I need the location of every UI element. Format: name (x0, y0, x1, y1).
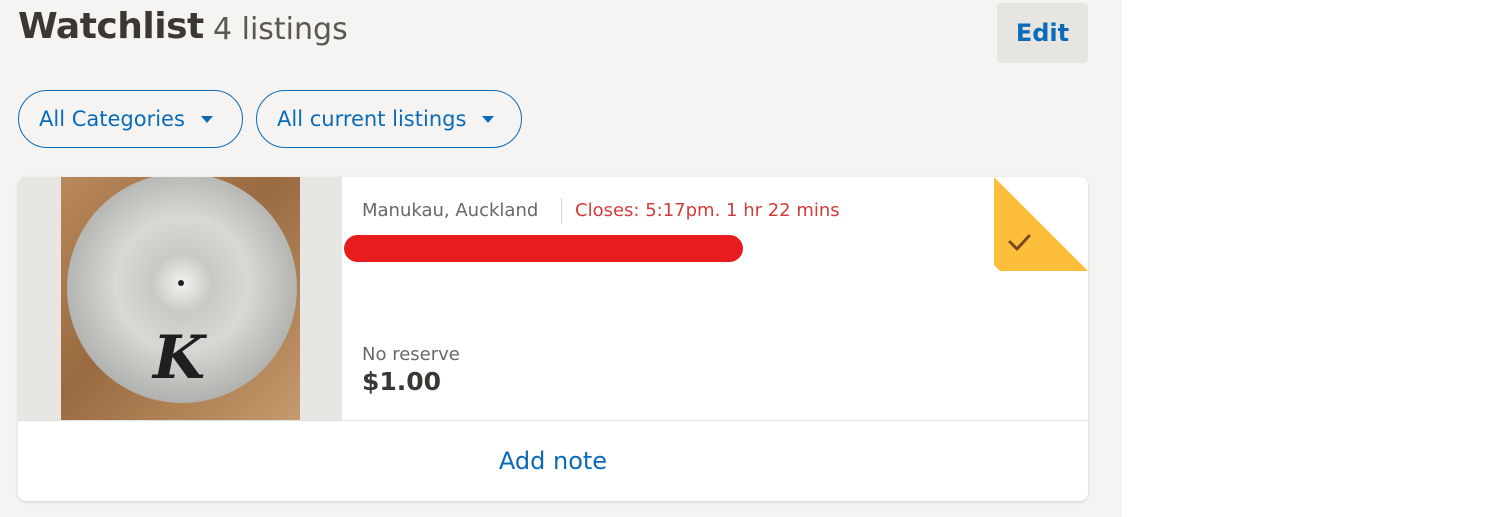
category-filter-label: All Categories (39, 107, 185, 131)
watchlist-panel: Watchlist 4 listings Edit All Categories… (0, 0, 1122, 517)
listing-status-filter-dropdown[interactable]: All current listings (256, 90, 522, 148)
listing-status-filter-label: All current listings (277, 107, 467, 131)
listing-count: 4 listings (213, 12, 348, 47)
caret-down-icon (482, 115, 495, 123)
reserve-status: No reserve (362, 344, 460, 365)
cymbal-center (178, 280, 184, 286)
listing-closing-time: Closes: 5:17pm. 1 hr 22 mins (575, 200, 840, 221)
listing-photo[interactable]: K (61, 177, 300, 420)
add-note-button[interactable]: Add note (18, 421, 1088, 501)
listing-card[interactable]: K Manukau, Auckland Closes: 5:17pm. 1 hr… (18, 177, 1088, 501)
category-filter-dropdown[interactable]: All Categories (18, 90, 243, 148)
cymbal-image: K (67, 177, 297, 403)
page-title: Watchlist (18, 6, 204, 47)
caret-down-icon (200, 115, 213, 123)
watchlist-flag[interactable] (994, 177, 1088, 271)
edit-button[interactable]: Edit (997, 3, 1088, 63)
listing-location: Manukau, Auckland (362, 200, 539, 221)
listing-price: $1.00 (362, 367, 442, 396)
meta-divider (561, 198, 562, 224)
cymbal-logo: K (153, 323, 206, 393)
redacted-listing-title (344, 235, 743, 262)
flag-fold (994, 177, 1088, 271)
listing-image-area[interactable]: K (18, 177, 342, 420)
